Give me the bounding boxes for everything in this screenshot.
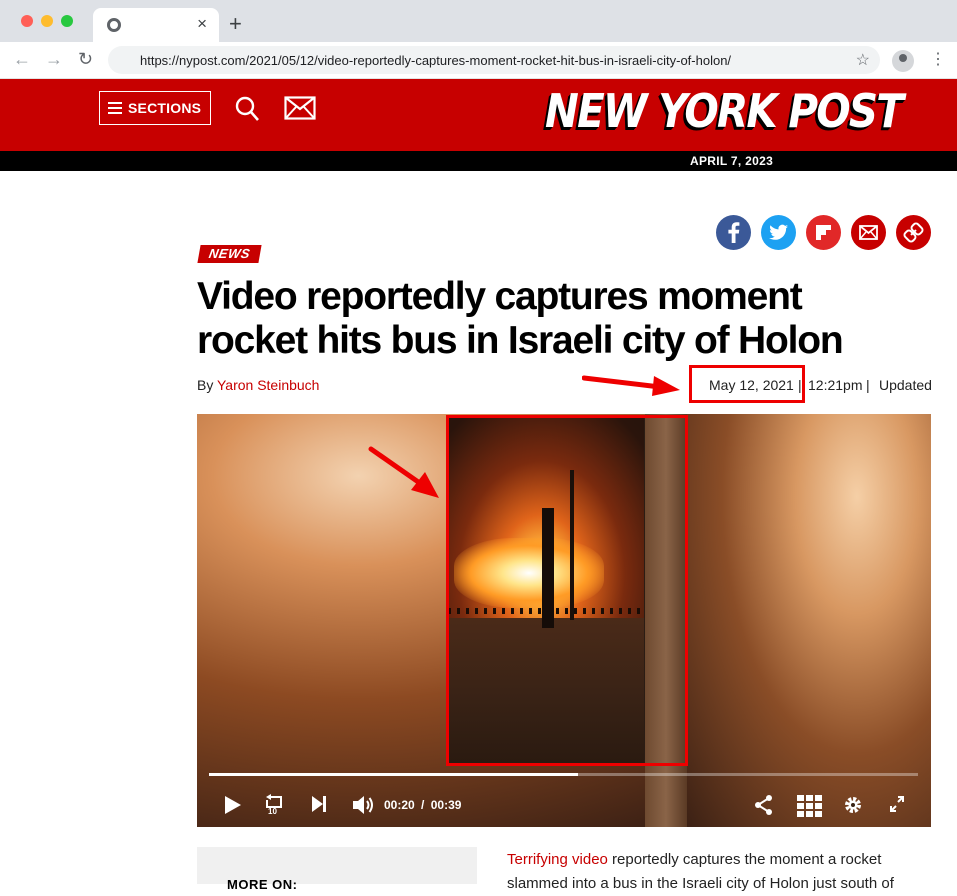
new-york-post-logo[interactable]: NEW YORK POST xyxy=(545,81,904,145)
profile-avatar-icon[interactable] xyxy=(892,50,914,72)
more-on-box: MORE ON: xyxy=(197,847,477,892)
reload-icon[interactable]: ↻ xyxy=(78,49,93,69)
back-icon[interactable]: ← xyxy=(13,49,31,69)
video-blurred-background xyxy=(684,414,931,827)
play-icon[interactable] xyxy=(223,794,243,816)
settings-gear-icon[interactable] xyxy=(843,794,863,816)
zoom-window-button[interactable] xyxy=(61,15,73,27)
replay-10-button[interactable]: 10 xyxy=(263,794,287,820)
today-date: APRIL 7, 2023 xyxy=(690,154,774,168)
bookmark-star-icon[interactable]: ☆ xyxy=(856,50,870,70)
video-progress-bar[interactable] xyxy=(209,773,918,776)
newsletter-mail-icon[interactable] xyxy=(284,96,316,120)
flipboard-share-icon[interactable] xyxy=(806,215,841,250)
byline-prefix: By xyxy=(197,377,214,393)
twitter-share-icon[interactable] xyxy=(761,215,796,250)
author-link[interactable]: Yaron Steinbuch xyxy=(217,377,319,393)
copy-link-icon[interactable] xyxy=(896,215,931,250)
more-on-label: MORE ON: xyxy=(227,877,298,892)
browser-menu-icon[interactable]: ⋮ xyxy=(930,50,946,70)
current-time: 00:20 xyxy=(384,798,415,812)
sections-menu-button[interactable]: SECTIONS xyxy=(99,91,211,125)
chrome-favicon-icon xyxy=(107,18,121,32)
browser-tab[interactable]: × xyxy=(93,8,219,42)
browser-toolbar: ← → ↻ https://nypost.com/2021/05/12/vide… xyxy=(0,42,957,79)
sections-label: SECTIONS xyxy=(128,100,202,116)
replay-seconds-label: 10 xyxy=(268,807,277,816)
byline: By Yaron Steinbuch xyxy=(197,377,319,393)
hamburger-icon xyxy=(108,102,122,114)
video-time: 00:20 / 00:39 xyxy=(384,798,461,812)
terrifying-video-link[interactable]: Terrifying video xyxy=(507,851,608,868)
email-share-icon[interactable] xyxy=(851,215,886,250)
close-window-button[interactable] xyxy=(21,15,33,27)
search-icon[interactable] xyxy=(235,96,259,122)
share-icon[interactable] xyxy=(754,794,774,816)
minimize-window-button[interactable] xyxy=(41,15,53,27)
category-tag[interactable]: NEWS xyxy=(197,245,262,263)
volume-icon[interactable] xyxy=(351,794,375,816)
new-tab-button[interactable]: + xyxy=(229,12,242,36)
site-header: SECTIONS NEW YORK POST xyxy=(0,79,957,151)
next-icon[interactable] xyxy=(310,794,328,814)
date-arrow-icon xyxy=(582,375,680,396)
time-separator: / xyxy=(421,798,425,812)
date-highlight-box xyxy=(689,365,805,403)
address-bar[interactable]: https://nypost.com/2021/05/12/video-repo… xyxy=(108,46,880,74)
video-highlight-box xyxy=(446,415,688,766)
tab-close-icon[interactable]: × xyxy=(197,15,207,33)
url-text: https://nypost.com/2021/05/12/video-repo… xyxy=(140,53,732,68)
video-arrow-icon xyxy=(368,446,439,498)
meta-separator: | xyxy=(866,377,870,393)
article-headline: Video reportedly captures moment rocket … xyxy=(197,275,844,362)
date-bar: APRIL 7, 2023 xyxy=(0,151,957,171)
facebook-share-icon[interactable] xyxy=(716,215,751,250)
updated-label: Updated xyxy=(879,377,932,393)
publish-time: 12:21pm xyxy=(808,377,863,393)
article-body-paragraph: Terrifying video reportedly captures the… xyxy=(507,848,931,896)
fullscreen-icon[interactable] xyxy=(888,794,906,814)
playlist-grid-icon[interactable] xyxy=(797,795,822,817)
video-progress-fill xyxy=(209,773,578,776)
forward-icon[interactable]: → xyxy=(45,49,63,69)
duration: 00:39 xyxy=(430,798,462,812)
browser-tab-strip: × + xyxy=(0,0,957,42)
